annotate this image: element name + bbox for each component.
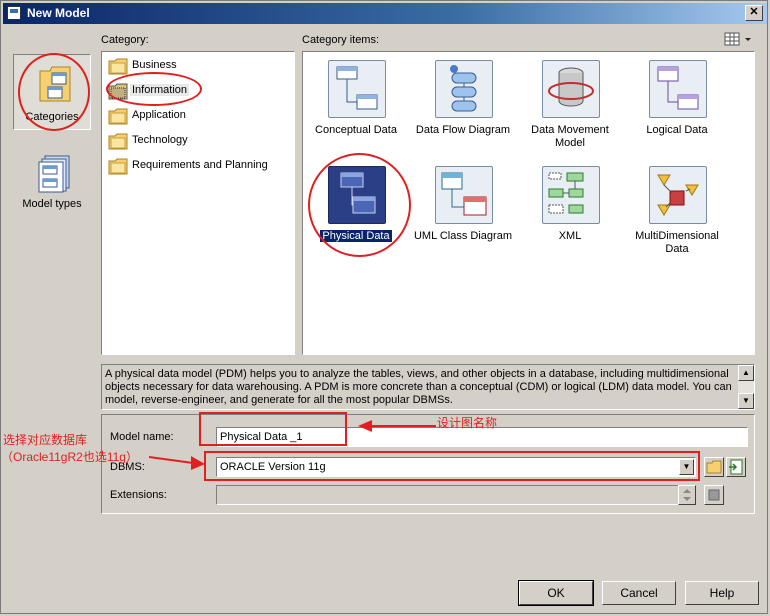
folder-icon (108, 58, 128, 75)
annotation-arrow-model-name (358, 420, 436, 432)
extensions-input (216, 485, 696, 505)
close-button[interactable]: ✕ (745, 5, 763, 21)
description-scrollbar[interactable]: ▲ ▼ (738, 365, 754, 409)
annotation-select-db: 选择对应数据库 (3, 433, 88, 447)
spinner-icon (683, 489, 691, 501)
dbms-select[interactable]: ORACLE Version 11g ▼ (216, 457, 696, 477)
category-list: Business Information Application Technol… (101, 51, 295, 355)
item-label: XML (558, 230, 582, 242)
data-flow-diagram-icon (435, 60, 493, 118)
item-conceptual-data[interactable]: Conceptual Data (306, 56, 406, 160)
window-title: New Model (27, 6, 90, 20)
cancel-button[interactable]: Cancel (602, 581, 676, 605)
item-label: Data Movement Model (531, 124, 609, 149)
data-movement-model-icon (542, 60, 600, 118)
model-name-label: Model name: (110, 431, 174, 443)
settings-icon (708, 489, 720, 501)
import-dbms-button[interactable] (726, 457, 746, 477)
folder-icon (706, 460, 722, 474)
model-types-button-label: Model types (22, 198, 82, 210)
annotation-design-name: 设计图名称 (437, 416, 498, 430)
conceptual-data-icon (328, 60, 386, 118)
title-bar: New Model ✕ (3, 3, 767, 24)
folder-icon (108, 83, 128, 100)
item-data-movement-model[interactable]: Data Movement Model (520, 56, 620, 160)
category-label-information: Information (130, 84, 190, 96)
extensions-label: Extensions: (110, 489, 167, 501)
categories-button-label: Categories (25, 111, 79, 123)
item-uml-class-diagram[interactable]: UML Class Diagram (413, 162, 513, 266)
item-label: Physical Data (320, 230, 392, 242)
category-label-requirements-and-planning: Requirements and Planning (132, 159, 268, 171)
category-label-technology: Technology (132, 134, 188, 146)
ok-button[interactable]: OK (518, 580, 594, 606)
import-icon (729, 459, 743, 475)
item-logical-data[interactable]: Logical Data (627, 56, 727, 160)
chevron-down-icon[interactable]: ▼ (679, 459, 694, 475)
new-model-dialog: New Model ✕ Category: Category items: Ca… (0, 0, 768, 614)
item-label: UML Class Diagram (413, 230, 512, 242)
annotation-arrow-dbms (149, 456, 205, 470)
categories-icon (39, 66, 71, 102)
item-physical-data[interactable]: Physical Data (306, 162, 406, 266)
extensions-spinner (678, 485, 696, 505)
list-view-icon (724, 32, 751, 46)
model-view-selector: Categories Model types (10, 51, 94, 351)
category-item-requirements-and-planning[interactable]: Requirements and Planning (106, 155, 292, 177)
xml-icon (542, 166, 600, 224)
category-items-panel: Conceptual Data Data Flow Diagram Data M… (302, 51, 755, 355)
extensions-select-button (704, 485, 724, 505)
folder-icon (108, 108, 128, 125)
category-items-label: Category items: (302, 34, 380, 46)
item-label: Conceptual Data (315, 124, 397, 136)
category-item-technology[interactable]: Technology (106, 130, 292, 152)
model-description: A physical data model (PDM) helps you to… (101, 364, 755, 410)
model-types-button[interactable]: Model types (13, 146, 91, 222)
dbms-value: ORACLE Version 11g (220, 461, 326, 473)
category-label: Category: (101, 34, 149, 46)
category-item-information[interactable]: Information (106, 80, 292, 102)
item-data-flow-diagram[interactable]: Data Flow Diagram (413, 56, 513, 160)
description-text: A physical data model (PDM) helps you to… (105, 368, 732, 406)
logical-data-icon (649, 60, 707, 118)
uml-class-diagram-icon (435, 166, 493, 224)
categories-button[interactable]: Categories (13, 54, 91, 130)
category-item-application[interactable]: Application (106, 105, 292, 127)
multidimensional-data-icon (649, 166, 707, 224)
open-dbms-folder-button[interactable] (704, 457, 724, 477)
scroll-down-arrow-icon[interactable]: ▼ (738, 393, 754, 409)
physical-data-icon (328, 166, 386, 224)
view-mode-toggle[interactable] (723, 31, 753, 47)
item-multidimensional-data[interactable]: MultiDimensional Data (627, 162, 727, 266)
window-icon (7, 6, 21, 20)
model-name-value: Physical Data _1 (220, 431, 303, 443)
category-label-application: Application (132, 109, 186, 121)
item-xml[interactable]: XML (520, 162, 620, 266)
folder-icon (108, 133, 128, 150)
category-label-business: Business (132, 59, 177, 71)
annotation-select-db-note: （Oracle11gR2也选11g） (1, 450, 138, 464)
item-label: MultiDimensional Data (635, 230, 719, 255)
folder-icon (108, 158, 128, 175)
model-types-icon (38, 155, 70, 193)
item-label: Logical Data (646, 124, 708, 136)
item-label: Data Flow Diagram (415, 124, 511, 136)
category-item-business[interactable]: Business (106, 55, 292, 77)
scroll-up-arrow-icon[interactable]: ▲ (738, 365, 754, 381)
help-button[interactable]: Help (685, 581, 759, 605)
